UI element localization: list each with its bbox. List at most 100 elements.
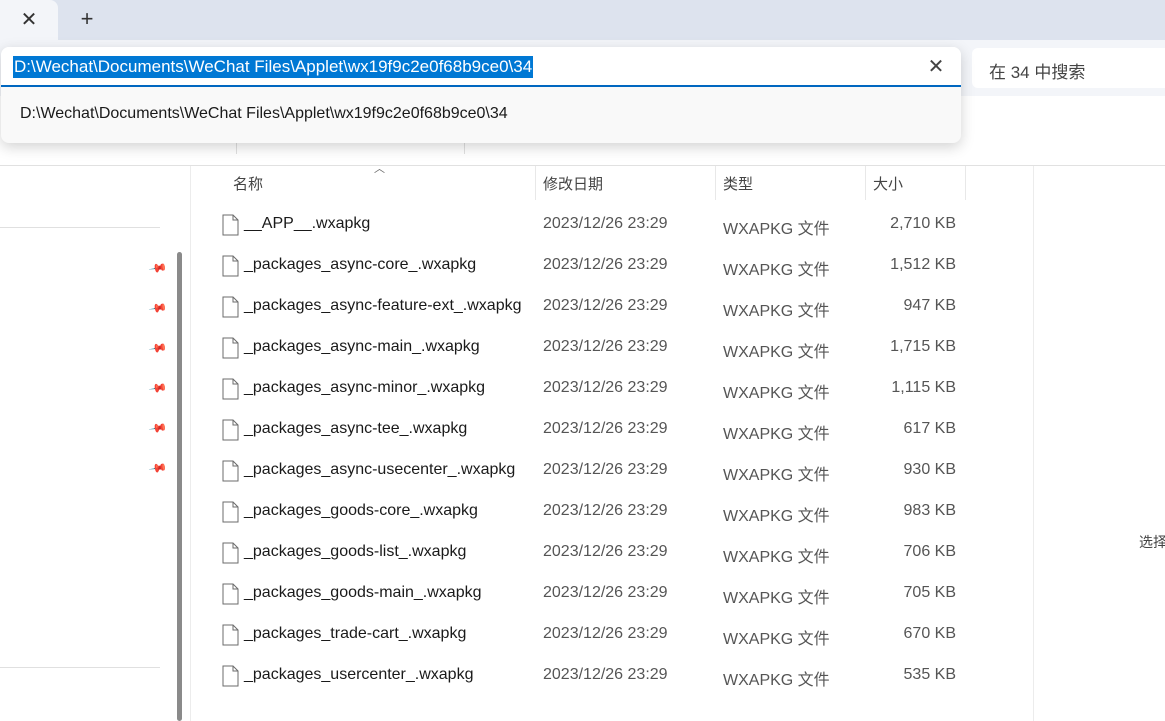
file-name: _packages_async-tee_.wxapkg — [244, 420, 468, 437]
address-suggestion[interactable]: D:\Wechat\Documents\WeChat Files\Applet\… — [20, 105, 508, 123]
file-icon — [222, 624, 239, 646]
file-type: WXAPKG 文件 — [723, 221, 830, 238]
column-header-name[interactable]: 名称 — [233, 166, 263, 200]
file-date: 2023/12/26 23:29 — [543, 338, 668, 355]
details-pane-hint: 选择 — [1139, 534, 1165, 550]
file-size: 1,512 KB — [890, 256, 956, 273]
file-type: WXAPKG 文件 — [723, 262, 830, 279]
file-date: 2023/12/26 23:29 — [543, 420, 668, 437]
file-size: 1,115 KB — [891, 379, 956, 396]
table-row[interactable]: _packages_goods-core_.wxapkg 2023/12/26 2… — [200, 492, 970, 533]
file-name: _packages_async-core_.wxapkg — [244, 256, 477, 273]
column-header-type-label: 类型 — [723, 175, 754, 193]
file-date: 2023/12/26 23:29 — [543, 461, 668, 478]
file-icon — [222, 501, 239, 523]
file-type: WXAPKG 文件 — [723, 344, 830, 361]
column-separator[interactable] — [715, 166, 716, 200]
file-size: 617 KB — [903, 420, 956, 437]
pane-divider[interactable] — [190, 166, 191, 721]
table-row[interactable]: _packages_async-feature-ext_.wxapkg 2023/… — [200, 287, 970, 328]
details-pane-divider — [1033, 166, 1034, 721]
column-separator[interactable] — [965, 166, 966, 200]
clear-icon[interactable]: ✕ — [925, 55, 947, 78]
file-size: 706 KB — [903, 543, 956, 560]
search-placeholder: 在 34 中搜索 — [989, 63, 1086, 82]
file-size: 947 KB — [903, 297, 956, 314]
column-header-date-label: 修改日期 — [543, 175, 604, 193]
file-date: 2023/12/26 23:29 — [543, 215, 668, 232]
table-row[interactable]: _packages_async-usecenter_.wxapkg 2023/12… — [200, 451, 970, 492]
table-row[interactable]: _packages_goods-list_.wxapkg 2023/12/26 2… — [200, 533, 970, 574]
file-name: _packages_usercenter_.wxapkg — [244, 666, 474, 683]
file-type: WXAPKG 文件 — [723, 426, 830, 443]
plus-icon[interactable]: + — [74, 6, 100, 32]
file-type: WXAPKG 文件 — [723, 467, 830, 484]
file-icon — [222, 542, 239, 564]
file-date: 2023/12/26 23:29 — [543, 584, 668, 601]
file-size: 705 KB — [903, 584, 956, 601]
file-name: _packages_goods-list_.wxapkg — [244, 543, 467, 560]
file-date: 2023/12/26 23:29 — [543, 379, 668, 396]
file-size: 535 KB — [903, 666, 956, 683]
file-name: _packages_trade-cart_.wxapkg — [244, 625, 467, 642]
file-name: __APP__.wxapkg — [244, 215, 371, 232]
column-header-name-label: 名称 — [233, 175, 264, 193]
file-size: 1,715 KB — [890, 338, 956, 355]
address-bar-value[interactable]: D:\Wechat\Documents\WeChat Files\Applet\… — [13, 56, 534, 78]
column-header-type[interactable]: 类型 — [723, 166, 753, 200]
file-type: WXAPKG 文件 — [723, 590, 830, 607]
file-icon — [222, 296, 239, 318]
file-type: WXAPKG 文件 — [723, 549, 830, 566]
file-type: WXAPKG 文件 — [723, 303, 830, 320]
address-bar-dropdown: D:\Wechat\Documents\WeChat Files\Applet\… — [1, 47, 961, 143]
table-row[interactable]: __APP__.wxapkg 2023/12/26 23:29 WXAPKG 文件 2… — [200, 205, 970, 246]
address-bar-input[interactable]: D:\Wechat\Documents\WeChat Files\Applet\… — [1, 47, 961, 87]
file-size: 930 KB — [903, 461, 956, 478]
file-type: WXAPKG 文件 — [723, 385, 830, 402]
file-icon — [222, 214, 239, 236]
file-name: _packages_goods-main_.wxapkg — [244, 584, 482, 601]
file-icon — [222, 419, 239, 441]
active-tab[interactable]: ✕ — [0, 0, 58, 40]
file-icon — [222, 460, 239, 482]
nav-scrollbar[interactable] — [177, 252, 182, 721]
file-name: _packages_goods-core_.wxapkg — [244, 502, 478, 519]
file-date: 2023/12/26 23:29 — [543, 502, 668, 519]
tab-strip: ✕ + — [0, 0, 1165, 40]
file-date: 2023/12/26 23:29 — [543, 666, 668, 683]
close-icon[interactable]: ✕ — [21, 10, 38, 30]
file-type: WXAPKG 文件 — [723, 508, 830, 525]
column-header-size[interactable]: 大小 — [873, 166, 903, 200]
file-name: _packages_async-main_.wxapkg — [244, 338, 480, 355]
file-type: WXAPKG 文件 — [723, 631, 830, 648]
file-icon — [222, 583, 239, 605]
table-row[interactable]: _packages_trade-cart_.wxapkg 2023/12/26 2… — [200, 615, 970, 656]
file-icon — [222, 255, 239, 277]
file-name: _packages_async-usecenter_.wxapkg — [244, 461, 516, 478]
table-row[interactable]: _packages_async-tee_.wxapkg 2023/12/26 23… — [200, 410, 970, 451]
table-row[interactable]: _packages_async-minor_.wxapkg 2023/12/26 … — [200, 369, 970, 410]
table-row[interactable]: _packages_goods-main_.wxapkg 2023/12/26 2… — [200, 574, 970, 615]
table-row[interactable]: _packages_usercenter_.wxapkg 2023/12/26 2… — [200, 656, 970, 697]
file-icon — [222, 665, 239, 687]
column-separator[interactable] — [535, 166, 536, 200]
file-size: 983 KB — [903, 502, 956, 519]
search-input[interactable]: 在 34 中搜索 — [972, 48, 1165, 88]
table-row[interactable]: _packages_async-main_.wxapkg 2023/12/26 2… — [200, 328, 970, 369]
navigation-pane — [0, 166, 172, 721]
file-name: _packages_async-minor_.wxapkg — [244, 379, 486, 396]
file-date: 2023/12/26 23:29 — [543, 543, 668, 560]
file-icon — [222, 337, 239, 359]
file-date: 2023/12/26 23:29 — [543, 256, 668, 273]
nav-separator — [0, 227, 160, 228]
column-header-size-label: 大小 — [873, 175, 904, 193]
file-size: 670 KB — [903, 625, 956, 642]
file-date: 2023/12/26 23:29 — [543, 625, 668, 642]
sort-ascending-icon: ︿ — [374, 163, 385, 175]
column-header-date[interactable]: 修改日期 — [543, 166, 603, 200]
file-type: WXAPKG 文件 — [723, 672, 830, 689]
table-row[interactable]: _packages_async-core_.wxapkg 2023/12/26 2… — [200, 246, 970, 287]
column-separator[interactable] — [865, 166, 866, 200]
file-size: 2,710 KB — [890, 215, 956, 232]
nav-separator — [0, 667, 160, 668]
